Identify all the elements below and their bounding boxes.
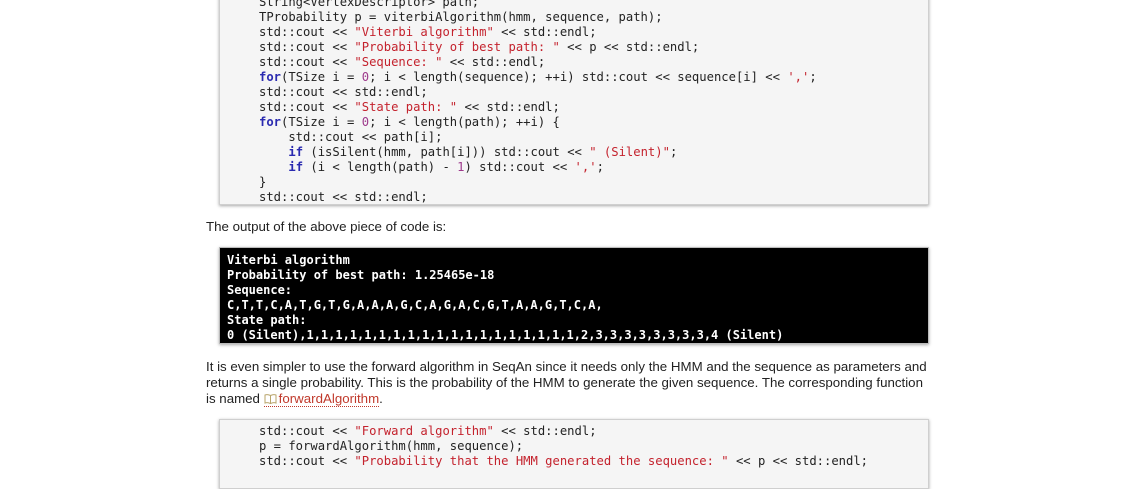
code-text: std::cout << (259, 100, 355, 114)
code-text: std::cout << std::endl; (259, 190, 428, 204)
code-line: std::cout << "Probability of best path: … (259, 40, 928, 55)
code-line: std::cout << path[i]; (259, 130, 928, 145)
code-text: std::cout << (259, 424, 355, 438)
code-line: if (isSilent(hmm, path[i])) std::cout <<… (259, 145, 928, 160)
code-text: << p << std::endl; (559, 40, 700, 54)
code-text: std::cout << std::endl; (259, 85, 428, 99)
code-line: for(TSize i = 0; i < length(sequence); +… (259, 70, 928, 85)
code-listing: std::cout << "Forward algorithm" << std:… (220, 420, 928, 469)
code-text: p = forwardAlgorithm(hmm, sequence); (259, 439, 524, 453)
code-line: std::cout << std::endl; (259, 85, 928, 100)
code-line: std::cout << "Viterbi algorithm" << std:… (259, 25, 928, 40)
console-output-block: Viterbi algorithm Probability of best pat… (219, 247, 929, 344)
code-number: 0 (361, 115, 370, 129)
code-line: p = forwardAlgorithm(hmm, sequence); (259, 439, 928, 454)
code-text: << std::endl; (457, 100, 560, 114)
code-text: << p << std::endl; (728, 454, 869, 468)
code-text: (isSilent(hmm, path[i])) std::cout << (303, 145, 590, 159)
code-text: (TSize i = (281, 70, 362, 84)
output-line: Sequence: (227, 283, 293, 297)
code-text: (TSize i = (281, 115, 362, 129)
code-string: "Viterbi algorithm" (354, 25, 494, 39)
code-line: std::cout << "Sequence: " << std::endl; (259, 55, 928, 70)
code-keyword: if (288, 160, 304, 174)
code-text: ; i < length(path); ++i) { (369, 115, 560, 129)
forward-algorithm-paragraph: It is even simpler to use the forward al… (206, 359, 936, 407)
code-text: std::cout << (259, 25, 355, 39)
code-string: ',' (574, 160, 597, 174)
code-text: ; (596, 160, 604, 174)
code-text: std::cout << (259, 40, 355, 54)
code-text: String<VertexDescriptor> path; (259, 0, 480, 9)
code-line: for(TSize i = 0; i < length(path); ++i) … (259, 115, 928, 130)
code-line: std::cout << std::endl; (259, 190, 928, 205)
code-line: std::cout << "Forward algorithm" << std:… (259, 424, 928, 439)
book-icon (264, 394, 277, 404)
forward-algorithm-link[interactable]: forwardAlgorithm (263, 391, 380, 407)
code-text: << std::endl; (442, 55, 546, 69)
output-line: Viterbi algorithm (227, 253, 350, 267)
code-text: std::cout << (259, 454, 355, 468)
output-intro-text: The output of the above piece of code is… (206, 219, 447, 234)
code-string: "Sequence: " (354, 55, 443, 69)
code-block-forward: std::cout << "Forward algorithm" << std:… (219, 419, 929, 489)
code-keyword: for (259, 115, 282, 129)
code-string: "Forward algorithm" (354, 424, 494, 438)
output-line: Probability of best path: 1.25465e-18 (227, 268, 495, 282)
output-line: State path: (227, 313, 307, 327)
code-text: (i < length(path) - (303, 160, 458, 174)
code-text: << std::endl; (493, 25, 597, 39)
code-keyword: if (288, 145, 304, 159)
code-string: " (Silent)" (589, 145, 670, 159)
code-string: "Probability of best path: " (354, 40, 560, 54)
code-text: << std::endl; (493, 424, 597, 438)
code-listing: String<VertexDescriptor> path; TProbabili… (220, 0, 928, 205)
code-text: ; i < length(sequence); ++i) std::cout <… (369, 70, 788, 84)
code-text: ; (669, 145, 678, 159)
paragraph-tail: . (379, 391, 383, 406)
code-text: } (259, 175, 267, 189)
code-text: std::cout << path[i]; (259, 130, 443, 144)
code-line: if (i < length(path) - 1) std::cout << '… (259, 160, 928, 175)
link-label: forwardAlgorithm (278, 391, 380, 406)
output-line: 0 (Silent),1,1,1,1,1,1,1,1,1,1,1,1,1,1,1… (227, 328, 784, 342)
code-block-viterbi: String<VertexDescriptor> path; TProbabili… (219, 0, 929, 205)
code-text: std::cout << (259, 55, 355, 69)
code-line: std::cout << "State path: " << std::endl… (259, 100, 928, 115)
code-text: ; (809, 70, 817, 84)
code-line: } (259, 175, 928, 190)
code-string: ',' (787, 70, 810, 84)
code-string: "State path: " (354, 100, 458, 114)
code-line: std::cout << "Probability that the HMM g… (259, 454, 928, 469)
code-line: String<VertexDescriptor> path; (259, 0, 928, 10)
code-text: ) std::cout << (464, 160, 575, 174)
console-output-text: Viterbi algorithm Probability of best pat… (220, 248, 928, 343)
code-line: TProbability p = viterbiAlgorithm(hmm, s… (259, 10, 928, 25)
output-line: C,T,T,C,A,T,G,T,G,A,A,A,G,C,A,G,A,C,G,T,… (227, 298, 603, 312)
code-keyword: for (259, 70, 282, 84)
code-string: "Probability that the HMM generated the … (354, 454, 729, 468)
code-text: TProbability p = viterbiAlgorithm(hmm, s… (259, 10, 663, 24)
code-number: 0 (361, 70, 370, 84)
